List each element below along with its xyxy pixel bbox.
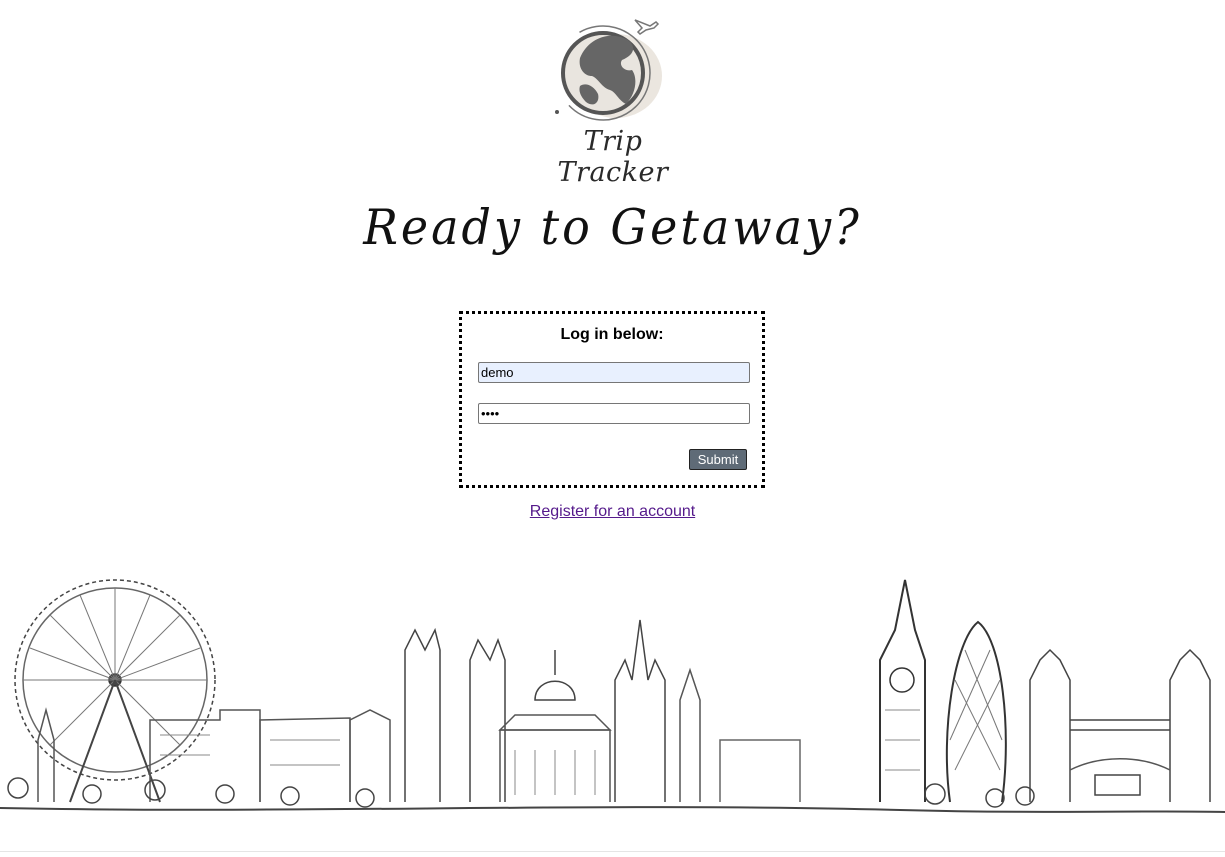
login-title: Log in below: bbox=[560, 326, 664, 343]
password-input[interactable] bbox=[478, 403, 750, 424]
login-form: Log in below: Submit bbox=[459, 311, 765, 488]
register-link[interactable]: Register for an account bbox=[530, 503, 695, 520]
globe-with-airplane-icon bbox=[555, 19, 662, 121]
register-link-container: Register for an account bbox=[0, 503, 1225, 521]
london-skyline-illustration bbox=[0, 570, 1225, 830]
page-headline: Ready to Getaway? bbox=[363, 198, 862, 256]
submit-button[interactable]: Submit bbox=[689, 449, 747, 470]
brand-logo: Trip Tracker bbox=[540, 8, 686, 188]
brand-name: Trip Tracker bbox=[557, 126, 669, 188]
username-input[interactable] bbox=[478, 362, 750, 383]
login-page: Trip Tracker Ready to Getaway? Log in be… bbox=[0, 0, 1225, 857]
footer-divider bbox=[0, 851, 1225, 852]
